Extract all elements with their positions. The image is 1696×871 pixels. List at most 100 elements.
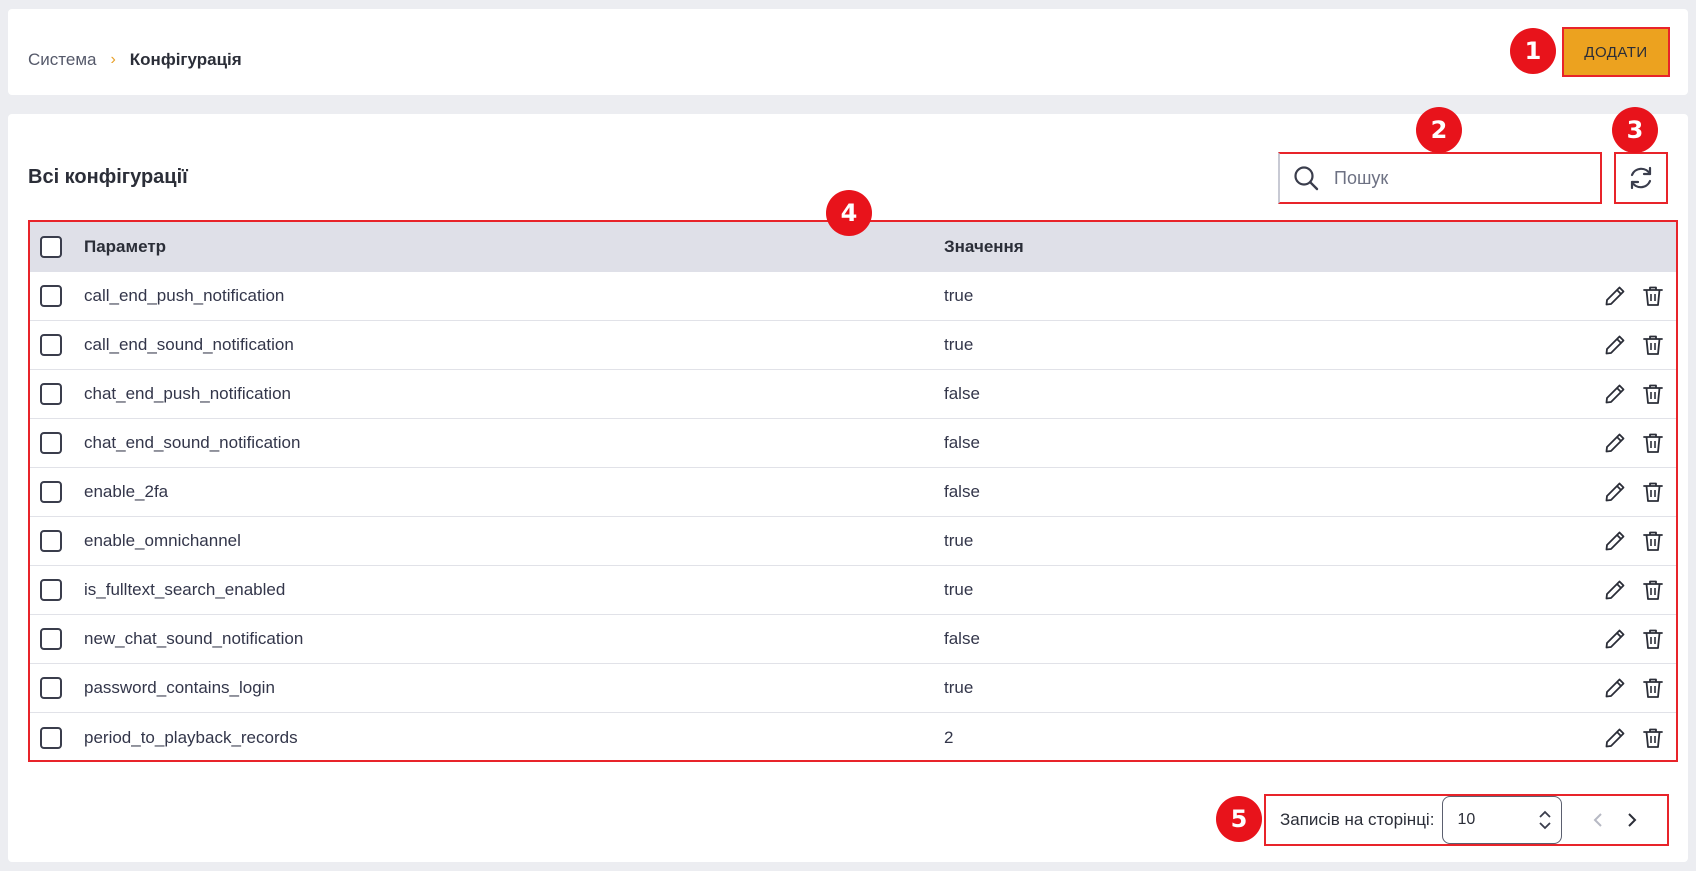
table-row[interactable]: call_end_sound_notification true — [30, 321, 1676, 370]
edit-button[interactable] — [1602, 528, 1628, 554]
value-cell: false — [944, 384, 980, 403]
prev-page-button[interactable] — [1588, 808, 1608, 832]
trash-icon — [1643, 286, 1663, 306]
pencil-icon — [1605, 678, 1625, 698]
trash-icon — [1643, 580, 1663, 600]
edit-button[interactable] — [1602, 725, 1628, 751]
edit-button[interactable] — [1602, 283, 1628, 309]
table-row[interactable]: enable_2fa false — [30, 468, 1676, 517]
pagination: Записів на сторінці: 10 — [1264, 794, 1669, 846]
pencil-icon — [1605, 384, 1625, 404]
refresh-icon — [1630, 166, 1652, 190]
param-cell: password_contains_login — [84, 678, 275, 697]
table-row[interactable]: enable_omnichannel true — [30, 517, 1676, 566]
next-page-button[interactable] — [1622, 808, 1642, 832]
row-checkbox[interactable] — [40, 628, 62, 650]
trash-icon — [1643, 433, 1663, 453]
trash-icon — [1643, 384, 1663, 404]
delete-button[interactable] — [1640, 479, 1666, 505]
table-row[interactable]: new_chat_sound_notification false — [30, 615, 1676, 664]
edit-button[interactable] — [1602, 430, 1628, 456]
annotation-badge: 5 — [1216, 796, 1262, 842]
column-header-param[interactable]: Параметр — [84, 237, 944, 257]
chevron-left-icon — [1594, 813, 1603, 827]
breadcrumb: Система › Конфігурація — [28, 50, 242, 70]
row-checkbox[interactable] — [40, 285, 62, 307]
per-page-value: 10 — [1457, 811, 1476, 828]
chevron-right-icon — [1628, 813, 1637, 827]
edit-button[interactable] — [1602, 332, 1628, 358]
row-checkbox[interactable] — [40, 383, 62, 405]
table-row[interactable]: period_to_playback_records 2 — [30, 713, 1676, 762]
value-cell: false — [944, 629, 980, 648]
delete-button[interactable] — [1640, 332, 1666, 358]
pencil-icon — [1605, 335, 1625, 355]
table-body: call_end_push_notification true call_end… — [30, 272, 1676, 762]
row-checkbox[interactable] — [40, 334, 62, 356]
delete-button[interactable] — [1640, 725, 1666, 751]
refresh-button[interactable] — [1614, 152, 1668, 204]
value-cell: true — [944, 335, 974, 354]
select-all-checkbox[interactable] — [40, 236, 62, 258]
trash-icon — [1643, 482, 1663, 502]
delete-button[interactable] — [1640, 675, 1666, 701]
edit-button[interactable] — [1602, 479, 1628, 505]
edit-button[interactable] — [1602, 381, 1628, 407]
row-checkbox[interactable] — [40, 530, 62, 552]
param-cell: call_end_push_notification — [84, 286, 285, 305]
trash-icon — [1643, 629, 1663, 649]
annotation-badge: 3 — [1612, 107, 1658, 153]
value-cell: true — [944, 531, 974, 550]
table-row[interactable]: call_end_push_notification true — [30, 272, 1676, 321]
table-row[interactable]: password_contains_login true — [30, 664, 1676, 713]
param-cell: enable_omnichannel — [84, 531, 241, 550]
delete-button[interactable] — [1640, 528, 1666, 554]
edit-button[interactable] — [1602, 675, 1628, 701]
value-cell: true — [944, 580, 974, 599]
delete-button[interactable] — [1640, 430, 1666, 456]
table-row[interactable]: is_fulltext_search_enabled true — [30, 566, 1676, 615]
table-row[interactable]: chat_end_push_notification false — [30, 370, 1676, 419]
search-box[interactable] — [1278, 152, 1602, 204]
param-cell: chat_end_sound_notification — [84, 433, 301, 452]
value-cell: 2 — [944, 727, 954, 747]
delete-button[interactable] — [1640, 283, 1666, 309]
param-cell: chat_end_push_notification — [84, 384, 291, 403]
breadcrumb-separator-icon: › — [110, 51, 116, 68]
delete-button[interactable] — [1640, 577, 1666, 603]
chevron-up-icon[interactable] — [1539, 810, 1552, 818]
pencil-icon — [1605, 531, 1625, 551]
edit-button[interactable] — [1602, 577, 1628, 603]
row-checkbox[interactable] — [40, 481, 62, 503]
param-cell: is_fulltext_search_enabled — [84, 580, 286, 599]
row-checkbox[interactable] — [40, 677, 62, 699]
pencil-icon — [1605, 728, 1625, 747]
trash-icon — [1643, 728, 1663, 748]
top-bar: Система › Конфігурація — [8, 9, 1688, 95]
per-page-stepper[interactable]: 10 — [1442, 796, 1563, 844]
breadcrumb-current: Конфігурація — [129, 50, 242, 69]
chevron-down-icon[interactable] — [1539, 822, 1552, 830]
pencil-icon — [1605, 433, 1625, 453]
breadcrumb-root[interactable]: Система — [28, 50, 96, 70]
trash-icon — [1643, 531, 1663, 551]
delete-button[interactable] — [1640, 626, 1666, 652]
add-button[interactable]: ДОДАТИ — [1562, 27, 1670, 77]
column-header-value[interactable]: Значення — [944, 237, 1676, 257]
row-checkbox[interactable] — [40, 726, 62, 749]
pencil-icon — [1605, 629, 1625, 649]
search-input[interactable] — [1334, 167, 1584, 189]
row-checkbox[interactable] — [40, 432, 62, 454]
param-cell: new_chat_sound_notification — [84, 629, 304, 648]
table-row[interactable]: chat_end_sound_notification false — [30, 419, 1676, 468]
delete-button[interactable] — [1640, 381, 1666, 407]
param-cell: period_to_playback_records — [84, 727, 298, 747]
row-checkbox[interactable] — [40, 579, 62, 601]
pencil-icon — [1605, 482, 1625, 502]
param-cell: enable_2fa — [84, 482, 169, 501]
edit-button[interactable] — [1602, 626, 1628, 652]
annotation-badge: 4 — [826, 190, 872, 236]
pencil-icon — [1605, 580, 1625, 600]
param-cell: call_end_sound_notification — [84, 335, 294, 354]
pencil-icon — [1605, 286, 1625, 306]
